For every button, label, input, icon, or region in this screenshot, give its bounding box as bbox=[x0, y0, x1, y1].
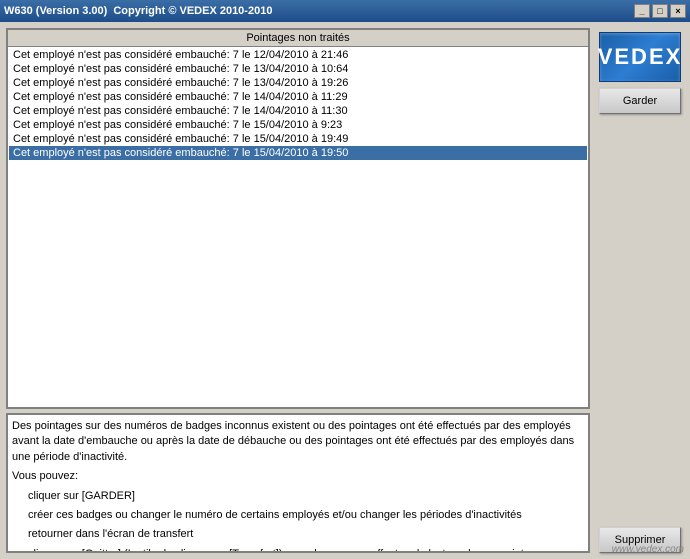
desc-line1: Des pointages sur des numéros de badges … bbox=[12, 419, 584, 465]
left-panel: Pointages non traités Cet employé n'est … bbox=[6, 28, 590, 553]
window-controls[interactable]: _ □ × bbox=[634, 4, 686, 18]
main-container: Pointages non traités Cet employé n'est … bbox=[0, 22, 690, 559]
title-bar: W630 (Version 3.00) Copyright © VEDEX 20… bbox=[0, 0, 690, 22]
copyright-text: Copyright © VEDEX 2010-2010 bbox=[113, 5, 272, 17]
watermark: www.vedex.com bbox=[612, 544, 684, 555]
desc-option1c: retourner dans l'écran de transfert bbox=[12, 527, 584, 542]
listbox-title: Pointages non traités bbox=[8, 30, 588, 47]
desc-option1: cliquer sur [GARDER] bbox=[12, 489, 584, 504]
list-item[interactable]: Cet employé n'est pas considéré embauché… bbox=[9, 48, 587, 62]
list-item[interactable]: Cet employé n'est pas considéré embauché… bbox=[9, 132, 587, 146]
desc-line2: Vous pouvez: bbox=[12, 469, 584, 484]
list-item[interactable]: Cet employé n'est pas considéré embauché… bbox=[9, 104, 587, 118]
description-box: Des pointages sur des numéros de badges … bbox=[6, 413, 590, 553]
listbox-container: Pointages non traités Cet employé n'est … bbox=[6, 28, 590, 409]
list-item[interactable]: Cet employé n'est pas considéré embauché… bbox=[9, 90, 587, 104]
maximize-button[interactable]: □ bbox=[652, 4, 668, 18]
vedex-logo: VEDEX bbox=[599, 32, 681, 82]
desc-option1b: créer ces badges ou changer le numéro de… bbox=[12, 508, 584, 523]
list-item[interactable]: Cet employé n'est pas considéré embauché… bbox=[9, 146, 587, 160]
close-button[interactable]: × bbox=[670, 4, 686, 18]
right-panel: VEDEX Garder Supprimer bbox=[596, 28, 684, 553]
app-title: W630 (Version 3.00) bbox=[4, 5, 107, 17]
desc-option1d: cliquer sur [Quitter] (Inutile de clique… bbox=[12, 547, 584, 553]
garder-button[interactable]: Garder bbox=[599, 88, 681, 114]
listbox-content[interactable]: Cet employé n'est pas considéré embauché… bbox=[8, 47, 588, 407]
list-item[interactable]: Cet employé n'est pas considéré embauché… bbox=[9, 118, 587, 132]
title-bar-text: W630 (Version 3.00) Copyright © VEDEX 20… bbox=[4, 5, 272, 17]
list-item[interactable]: Cet employé n'est pas considéré embauché… bbox=[9, 62, 587, 76]
list-item[interactable]: Cet employé n'est pas considéré embauché… bbox=[9, 76, 587, 90]
minimize-button[interactable]: _ bbox=[634, 4, 650, 18]
